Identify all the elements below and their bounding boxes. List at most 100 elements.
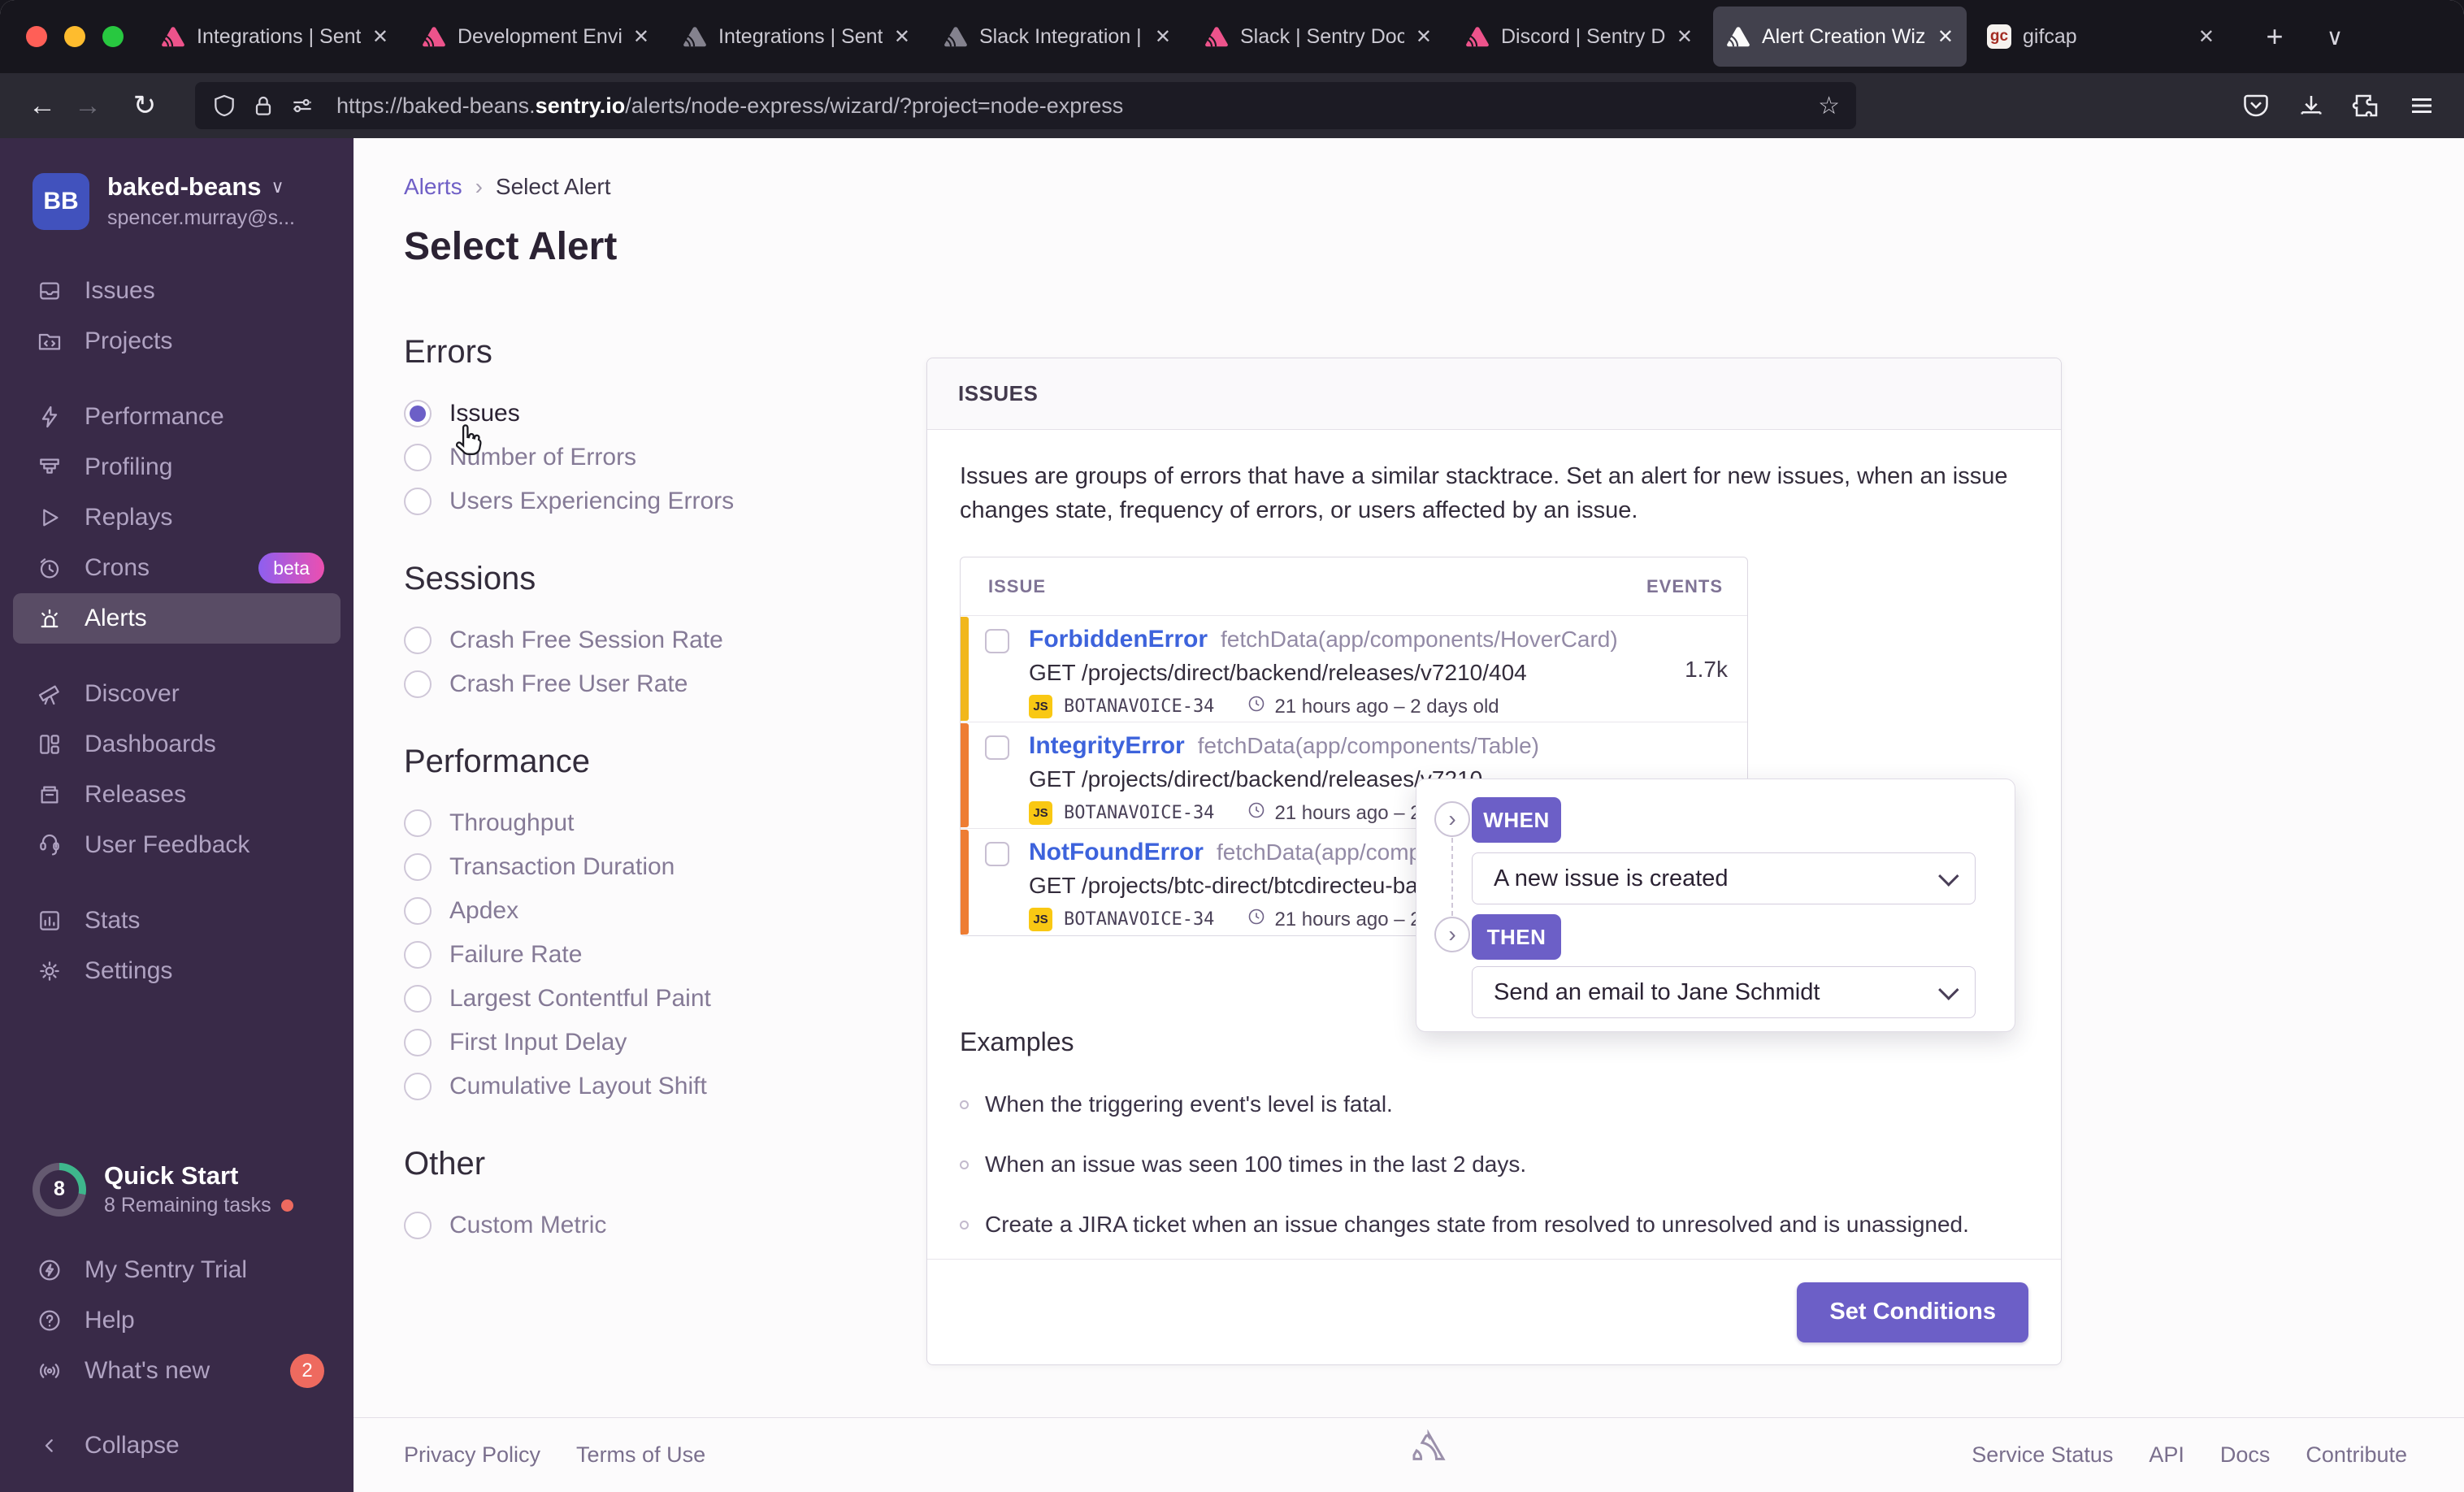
tab-close-icon[interactable]: ✕	[1677, 25, 1693, 49]
radio-option-throughput[interactable]: Throughput	[404, 801, 890, 845]
radio-option-crash-free-session-rate[interactable]: Crash Free Session Rate	[404, 618, 890, 662]
footer-link-contribute[interactable]: Contribute	[2306, 1442, 2407, 1468]
whats-new-count-badge: 2	[290, 1354, 324, 1388]
browser-tab-slack-docs[interactable]: Slack | Sentry Docu ✕	[1191, 7, 1445, 67]
extensions-puzzle-icon[interactable]	[2352, 91, 2381, 120]
radio-option-transaction-duration[interactable]: Transaction Duration	[404, 845, 890, 889]
sidebar-item-stats[interactable]: Stats	[0, 896, 354, 946]
radio-icon[interactable]	[404, 488, 432, 515]
issue-checkbox[interactable]	[985, 629, 1009, 654]
footer-link-service-status[interactable]: Service Status	[1972, 1442, 2113, 1468]
radio-icon[interactable]	[404, 670, 432, 698]
reload-button[interactable]: ↻	[122, 83, 167, 128]
org-email: spencer.murray@s...	[107, 206, 296, 229]
radio-icon[interactable]	[404, 627, 432, 654]
browser-tab-discord-docs[interactable]: Discord | Sentry Do ✕	[1452, 7, 1706, 67]
breadcrumb-alerts-link[interactable]: Alerts	[404, 174, 462, 200]
radio-option-largest-contentful-paint[interactable]: Largest Contentful Paint	[404, 977, 890, 1021]
issue-checkbox[interactable]	[985, 842, 1009, 867]
list-tabs-icon[interactable]: ∨	[2312, 14, 2358, 59]
footer-link-docs[interactable]: Docs	[2220, 1442, 2271, 1468]
page-footer: Privacy Policy Terms of Use Service Stat…	[354, 1417, 2464, 1492]
sidebar-item-replays[interactable]: Replays	[0, 492, 354, 543]
menu-hamburger-icon[interactable]	[2407, 91, 2436, 120]
new-tab-button[interactable]: +	[2252, 14, 2297, 59]
url-text[interactable]: https://baked-beans.sentry.io/alerts/nod…	[336, 93, 1123, 119]
browser-tab-integrations-1[interactable]: Integrations | Sentry ✕	[148, 7, 401, 67]
sidebar-item-discover[interactable]: Discover	[0, 669, 354, 719]
profiling-icon	[36, 454, 63, 480]
radio-icon[interactable]	[404, 400, 432, 427]
lock-icon[interactable]	[250, 93, 276, 119]
radio-option-custom-metric[interactable]: Custom Metric	[404, 1204, 890, 1247]
sidebar-item-crons[interactable]: Crons beta	[0, 543, 354, 593]
issue-checkbox[interactable]	[985, 735, 1009, 761]
close-window-button[interactable]	[26, 26, 47, 47]
sidebar-item-settings[interactable]: Settings	[0, 946, 354, 996]
permissions-icon[interactable]	[289, 93, 315, 119]
radio-icon[interactable]	[404, 1029, 432, 1056]
sidebar-item-my-sentry-trial[interactable]: My Sentry Trial	[0, 1245, 354, 1295]
then-action-select[interactable]: Send an email to Jane Schmidt	[1472, 966, 1976, 1018]
tab-close-icon[interactable]: ✕	[633, 25, 649, 49]
issue-title-link[interactable]: NotFoundError	[1029, 839, 1204, 865]
back-button[interactable]: ←	[20, 83, 65, 128]
footer-link-privacy-policy[interactable]: Privacy Policy	[404, 1442, 540, 1468]
footer-link-api[interactable]: API	[2149, 1442, 2184, 1468]
radio-icon[interactable]	[404, 1073, 432, 1100]
tab-close-icon[interactable]: ✕	[2198, 25, 2215, 49]
sidebar-item-alerts[interactable]: Alerts	[13, 593, 341, 644]
radio-option-failure-rate[interactable]: Failure Rate	[404, 933, 890, 977]
quick-start[interactable]: 8 Quick Start 8 Remaining tasks	[0, 1161, 354, 1217]
radio-option-first-input-delay[interactable]: First Input Delay	[404, 1021, 890, 1065]
projects-icon	[36, 328, 63, 354]
minimize-window-button[interactable]	[64, 26, 85, 47]
when-condition-select[interactable]: A new issue is created	[1472, 852, 1976, 904]
radio-icon[interactable]	[404, 809, 432, 837]
pocket-icon[interactable]	[2241, 91, 2271, 120]
sidebar-item-user-feedback[interactable]: User Feedback	[0, 820, 354, 870]
tracking-protection-shield-icon[interactable]	[211, 93, 237, 119]
sidebar-item-issues[interactable]: Issues	[0, 266, 354, 316]
radio-icon[interactable]	[404, 941, 432, 969]
radio-icon[interactable]	[404, 444, 432, 471]
browser-tab-development[interactable]: Development Enviro ✕	[409, 7, 662, 67]
bookmark-star-icon[interactable]: ☆	[1818, 92, 1840, 120]
radio-option-crash-free-user-rate[interactable]: Crash Free User Rate	[404, 662, 890, 706]
tab-strip: Integrations | Sentry ✕ Development Envi…	[148, 7, 2228, 67]
tab-close-icon[interactable]: ✕	[894, 25, 910, 49]
sidebar-item-projects[interactable]: Projects	[0, 316, 354, 366]
tab-close-icon[interactable]: ✕	[1155, 25, 1171, 49]
sidebar-collapse-button[interactable]: Collapse	[0, 1420, 354, 1471]
radio-option-users-experiencing-errors[interactable]: Users Experiencing Errors	[404, 479, 890, 523]
set-conditions-button[interactable]: Set Conditions	[1797, 1282, 2028, 1342]
sidebar-item-profiling[interactable]: Profiling	[0, 442, 354, 492]
zoom-window-button[interactable]	[102, 26, 124, 47]
footer-link-terms-of-use[interactable]: Terms of Use	[576, 1442, 705, 1468]
radio-icon[interactable]	[404, 985, 432, 1013]
forward-button[interactable]: →	[65, 83, 111, 128]
sentry-logo-icon	[162, 27, 184, 47]
sidebar-item-whats-new[interactable]: What's new 2	[0, 1346, 354, 1396]
radio-option-cumulative-layout-shift[interactable]: Cumulative Layout Shift	[404, 1065, 890, 1108]
radio-icon[interactable]	[404, 1212, 432, 1239]
downloads-icon[interactable]	[2297, 91, 2326, 120]
browser-tab-gifcap[interactable]: gc gifcap ✕	[1974, 7, 2228, 67]
sidebar-item-help[interactable]: Help	[0, 1295, 354, 1346]
tab-close-icon[interactable]: ✕	[1416, 25, 1432, 49]
browser-tab-alert-wizard-active[interactable]: Alert Creation Wizar ✕	[1713, 7, 1967, 67]
sidebar-item-performance[interactable]: Performance	[0, 392, 354, 442]
sidebar-item-dashboards[interactable]: Dashboards	[0, 719, 354, 770]
issue-title-link[interactable]: ForbiddenError	[1029, 626, 1208, 653]
radio-icon[interactable]	[404, 897, 432, 925]
url-bar[interactable]: https://baked-beans.sentry.io/alerts/nod…	[195, 82, 1856, 129]
browser-tab-slack-integration[interactable]: Slack Integration | S ✕	[931, 7, 1184, 67]
tab-close-icon[interactable]: ✕	[372, 25, 388, 49]
org-switcher[interactable]: BB baked-beans ∨ spencer.murray@s...	[0, 172, 354, 230]
radio-option-apdex[interactable]: Apdex	[404, 889, 890, 933]
issue-title-link[interactable]: IntegrityError	[1029, 732, 1185, 759]
tab-close-icon[interactable]: ✕	[1937, 25, 1954, 49]
browser-tab-integrations-2[interactable]: Integrations | Sentry ✕	[670, 7, 923, 67]
sidebar-item-releases[interactable]: Releases	[0, 770, 354, 820]
radio-icon[interactable]	[404, 853, 432, 881]
